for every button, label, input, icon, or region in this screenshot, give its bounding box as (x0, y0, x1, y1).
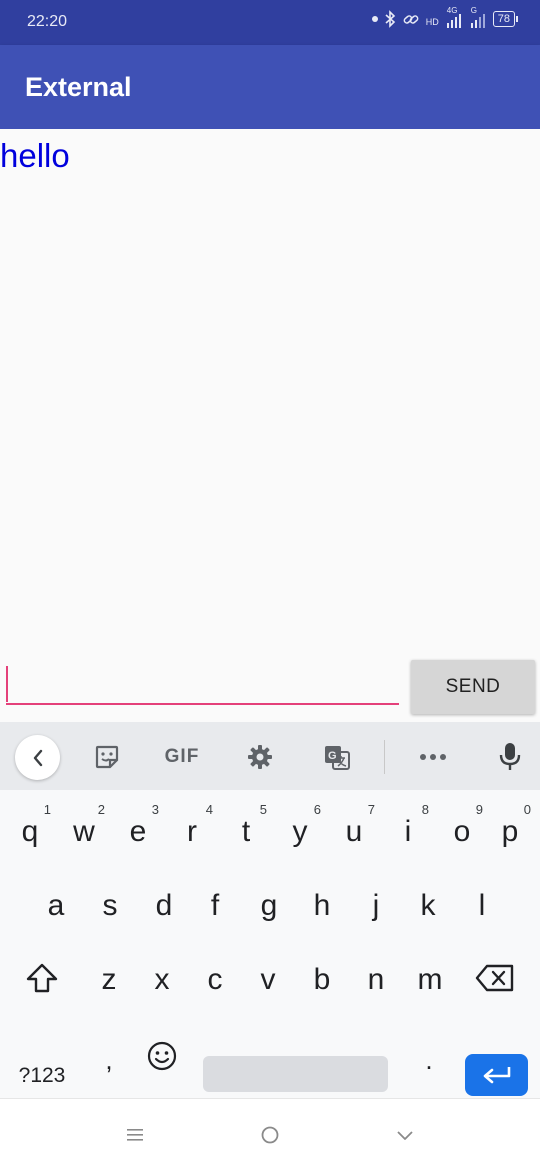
key-r[interactable]: r4 (165, 798, 219, 858)
bluetooth-icon (385, 10, 395, 28)
shift-key[interactable] (15, 948, 69, 1008)
key-p[interactable]: p0 (483, 798, 537, 858)
shift-icon (26, 963, 58, 993)
more-options-button[interactable] (416, 742, 450, 772)
keyboard-back-button[interactable] (15, 735, 60, 780)
key-z[interactable]: z (82, 946, 136, 1006)
message-area: hello (0, 129, 540, 722)
keyboard: GIF G q 1 w 2 e 3 r 4 t 5 y 6 u 7 i 8 o … (0, 722, 540, 1098)
toolbar-divider (384, 740, 385, 774)
send-button[interactable]: SEND (411, 660, 535, 714)
chevron-down-icon (397, 1131, 413, 1140)
settings-button[interactable] (244, 742, 276, 772)
key-area: q1 w2 e3 r4 t5 y6 u7 i8 o9 p0 a s d f g … (0, 790, 540, 1098)
status-time: 22:20 (27, 13, 68, 30)
key-y[interactable]: y6 (273, 798, 327, 858)
gif-label: GIF (164, 746, 200, 767)
enter-icon (483, 1067, 510, 1084)
app-title: External (25, 72, 132, 102)
key-v[interactable]: v (241, 946, 295, 1006)
backspace-key[interactable] (468, 948, 522, 1008)
key-h[interactable]: h (295, 872, 349, 932)
message-text: hello (0, 137, 70, 174)
key-k[interactable]: k (401, 872, 455, 932)
gif-button[interactable]: GIF (160, 742, 204, 772)
network-hd-label: HD (425, 16, 439, 27)
sticker-icon (95, 745, 119, 769)
system-nav-bar (0, 1098, 540, 1171)
comma-key[interactable]: , (82, 1026, 136, 1086)
backspace-icon (475, 964, 514, 992)
signal-g-icon: G (469, 6, 487, 28)
voice-input-button[interactable] (495, 742, 525, 772)
translate-icon: G (325, 746, 350, 770)
menu-icon (127, 1129, 143, 1141)
key-f[interactable]: f (188, 872, 242, 932)
key-g[interactable]: g (242, 872, 296, 932)
gear-icon (248, 745, 272, 769)
key-q[interactable]: q1 (3, 798, 57, 858)
key-l[interactable]: l (455, 872, 509, 932)
period-key[interactable]: . (402, 1026, 456, 1086)
back-button[interactable] (390, 1123, 420, 1147)
translate-button[interactable]: G (321, 742, 353, 772)
key-d[interactable]: d (137, 872, 191, 932)
key-j[interactable]: j (349, 872, 403, 932)
more-horizontal-icon (420, 754, 446, 760)
symbols-key[interactable]: ?123 (12, 1058, 72, 1094)
key-n[interactable]: n (349, 946, 403, 1006)
key-b[interactable]: b (295, 946, 349, 1006)
keyboard-toolbar: GIF G (0, 722, 540, 790)
key-w[interactable]: w2 (57, 798, 111, 858)
notification-dot-icon (371, 16, 378, 22)
text-cursor (6, 666, 8, 702)
sticker-button[interactable] (91, 742, 123, 772)
key-m[interactable]: m (403, 946, 457, 1006)
battery-icon: 78 (492, 11, 518, 27)
microphone-icon (499, 743, 521, 770)
message-input[interactable] (6, 661, 399, 705)
emoji-key[interactable] (135, 1026, 189, 1086)
space-key[interactable] (203, 1056, 388, 1092)
key-u[interactable]: u7 (327, 798, 381, 858)
app-bar: External (0, 45, 540, 129)
link-icon (403, 15, 419, 24)
enter-key[interactable] (465, 1054, 528, 1096)
home-button[interactable] (255, 1123, 285, 1147)
svg-text:G: G (328, 750, 337, 762)
recent-apps-button[interactable] (120, 1123, 150, 1147)
key-e[interactable]: e3 (111, 798, 165, 858)
key-i[interactable]: i8 (381, 798, 435, 858)
status-icons: HD 4G G 78 (371, 6, 518, 28)
key-s[interactable]: s (83, 872, 137, 932)
battery-level: 78 (492, 11, 515, 27)
signal-4g-icon: 4G (445, 6, 463, 28)
chevron-left-icon (33, 749, 42, 766)
key-x[interactable]: x (135, 946, 189, 1006)
status-bar: 22:20 HD 4G G 78 (0, 0, 540, 45)
emoji-icon (147, 1041, 177, 1071)
circle-home-icon (261, 1126, 279, 1144)
key-a[interactable]: a (29, 872, 83, 932)
key-t[interactable]: t5 (219, 798, 273, 858)
key-o[interactable]: o9 (435, 798, 489, 858)
key-c[interactable]: c (188, 946, 242, 1006)
